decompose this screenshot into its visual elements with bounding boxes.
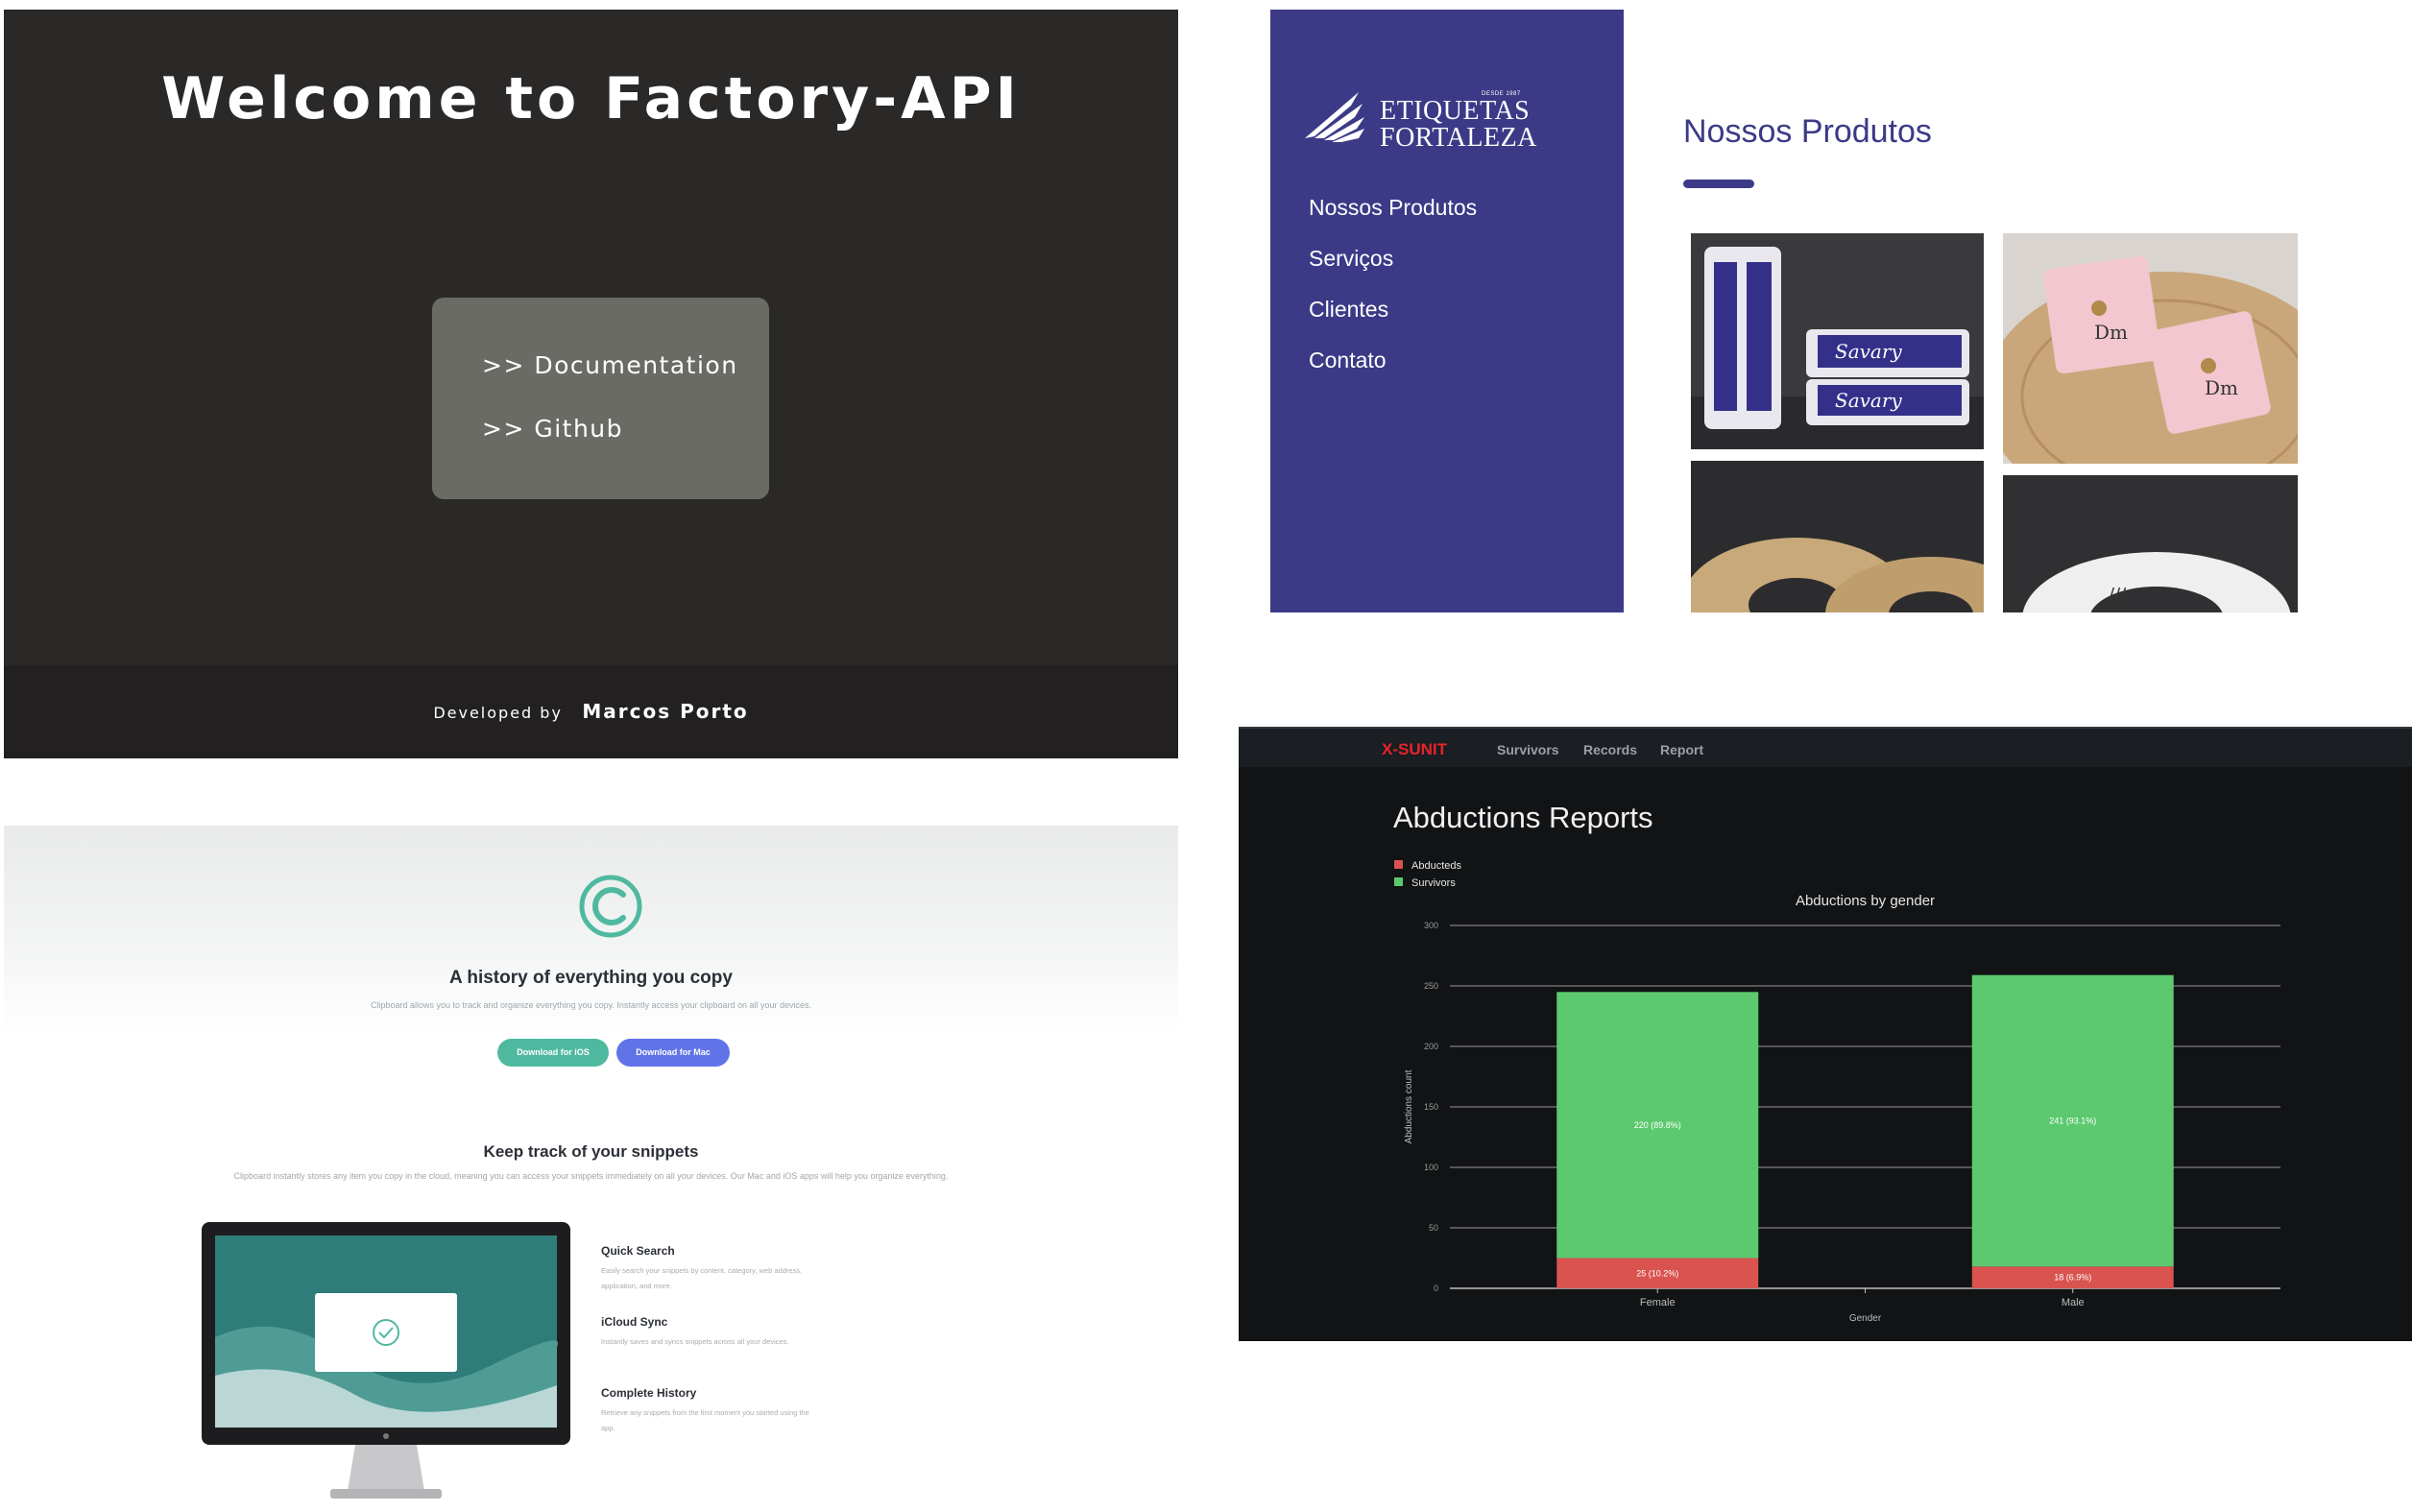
brand-logo[interactable]: DESDE 1987 ETIQUETAS FORTALEZA [1301,75,1536,161]
feature-title-complete-history: Complete History [601,1386,697,1400]
feature-desc-complete-history: Retrieve any snippets from the first mom… [601,1408,809,1432]
y-tick-label: 300 [1424,921,1438,930]
product-image-earring-cards[interactable]: Dm Dm [2003,233,2298,464]
hero-subline: Clipboard allows you to track and organi… [370,1000,812,1010]
footer: Developed by Marcos Porto [4,665,1178,758]
footer-author: Marcos Porto [582,700,749,723]
feature-title-quick-search: Quick Search [601,1244,675,1258]
product-image-label-rolls[interactable]: Savary Savary [1691,233,1984,449]
svg-text:Savary: Savary [1835,340,1902,363]
nav-clientes[interactable]: Clientes [1309,297,1388,323]
legend-label: Abducteds [1411,860,1461,872]
feature-title-icloud-sync: iCloud Sync [601,1315,668,1329]
data-label: 241 (93.1%) [2049,1116,2096,1125]
y-tick-label: 100 [1424,1163,1438,1172]
nav-survivors[interactable]: Survivors [1497,742,1559,757]
section-title: Nossos Produtos [1683,113,1932,150]
github-link[interactable]: >> Github [482,415,623,443]
feature-desc-quick-search: Easily search your snippets by content, … [601,1266,803,1290]
legend-swatch [1394,860,1403,869]
clipboard-page: A history of everything you copy Clipboa… [4,826,1178,1512]
chart-title: Abductions by gender [1796,893,1935,909]
section-title: Keep track of your snippets [483,1142,699,1161]
y-tick-label: 50 [1429,1223,1438,1233]
y-tick-label: 200 [1424,1042,1438,1051]
nav-report[interactable]: Report [1660,742,1703,757]
page-title: Welcome to Factory-API [161,65,1021,132]
data-label: 220 (89.8%) [1634,1120,1681,1130]
data-label: 25 (10.2%) [1636,1268,1678,1278]
y-tick-label: 150 [1424,1102,1438,1112]
y-axis-label: Abductions count [1404,1069,1414,1143]
y-tick-label: 250 [1424,981,1438,991]
section-underline [1683,180,1754,188]
brand-logo[interactable]: X-SUNIT [1382,740,1447,759]
nav-nossos-produtos[interactable]: Nossos Produtos [1309,195,1477,221]
logo-line2: FORTALEZA [1380,123,1537,153]
y-tick-label: 0 [1434,1284,1438,1293]
hero-headline: A history of everything you copy [449,968,733,988]
svg-text:Dm: Dm [2205,376,2238,399]
documentation-link[interactable]: >> Documentation [482,351,738,379]
product-image-white-tape[interactable]: /// [2003,475,2298,612]
section-subline: Clipboard instantly stores any item you … [233,1171,949,1181]
data-label: 18 (6.9%) [2054,1273,2091,1283]
nav-servicos[interactable]: Serviços [1309,246,1393,272]
download-mac-button[interactable]: Download for Mac [616,1039,730,1067]
x-axis-label: Gender [1849,1313,1882,1324]
legend-swatch [1394,877,1403,886]
product-image-paper-tape[interactable] [1691,461,1984,612]
factory-api-page: Welcome to Factory-API >> Documentation … [4,10,1178,758]
xsunit-page: X-SUNIT Survivors Records Report Abducti… [1239,727,2412,1341]
monitor-illustration [202,1222,570,1499]
feature-desc-icloud-sync: Instantly saves and syncs snippets acros… [601,1337,789,1346]
sidebar: DESDE 1987 ETIQUETAS FORTALEZA Nossos Pr… [1270,10,1624,612]
nav-records[interactable]: Records [1583,742,1637,757]
x-tick-label: Female [1640,1297,1676,1308]
legend-label: Survivors [1411,877,1456,889]
download-ios-button[interactable]: Download for iOS [497,1039,609,1067]
navbar: X-SUNIT Survivors Records Report [1239,729,2412,767]
x-tick-label: Male [2062,1297,2085,1308]
abductions-chart: Abducteds Survivors Abductions by gender 0 5… [1394,860,2280,1324]
page-title: Abductions Reports [1393,801,1653,834]
links-box: >> Documentation >> Github [432,298,769,499]
svg-text:///: /// [2109,585,2127,605]
etiquetas-page: DESDE 1987 ETIQUETAS FORTALEZA Nossos Pr… [1270,10,2298,612]
svg-text:Savary: Savary [1835,389,1902,412]
nav-contato[interactable]: Contato [1309,348,1387,373]
wing-logo-icon [1305,92,1364,142]
clipboard-logo-icon [579,875,642,938]
svg-text:Dm: Dm [2094,321,2128,344]
footer-prefix: Developed by [433,704,563,722]
